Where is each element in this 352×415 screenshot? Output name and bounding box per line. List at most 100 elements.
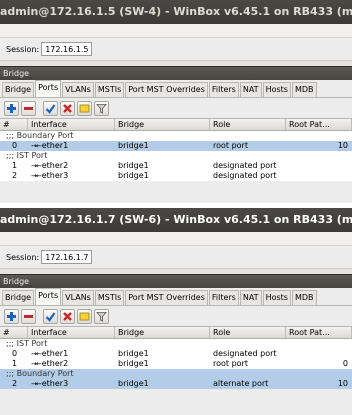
col-role-header[interactable]: Role (210, 119, 286, 130)
enable-button[interactable] (43, 308, 58, 324)
enable-icon (45, 103, 56, 114)
tab-filters[interactable]: Filters (208, 290, 239, 305)
col-interface-cell: →← ether3 (28, 171, 115, 181)
col-role-cell: alternate port (213, 379, 269, 388)
table-row[interactable]: 0 →← ether1 bridge1 designated port (0, 349, 352, 359)
col-bridge-header[interactable]: Bridge (115, 119, 210, 130)
tab-bridge[interactable]: Bridge (2, 290, 35, 305)
filter-button[interactable] (94, 308, 109, 324)
tab-mdb[interactable]: MDB (291, 82, 317, 97)
session-label: Session: (6, 252, 40, 262)
tab-mdb[interactable]: MDB (291, 290, 317, 305)
table-header: # Interface Bridge Role Root Pat... (0, 119, 352, 131)
col-root-path-cost-header[interactable]: Root Pat... (286, 119, 352, 130)
ethernet-port-icon: →← (31, 162, 42, 170)
filter-icon (96, 103, 107, 114)
remove-button[interactable] (21, 308, 36, 324)
filter-button[interactable] (94, 100, 109, 116)
interface-name: ether2 (41, 359, 69, 368)
comment-row[interactable]: ;;; IST Port (0, 339, 352, 349)
col-number-cell: 2 (12, 379, 18, 388)
table-row[interactable]: 0 →← ether1 bridge1 root port 10 (0, 141, 352, 151)
comment-icon (79, 104, 90, 112)
col-interface-cell: →← ether1 (28, 349, 115, 359)
tab-strip: Bridge Ports VLANs MSTIs Port MST Overrides F… (0, 80, 352, 98)
remove-button[interactable] (21, 100, 36, 116)
interface-name: ether1 (41, 349, 69, 358)
window-title[interactable]: admin@172.16.1.7 (SW-6) - WinBox v6.45.1… (0, 208, 352, 232)
comment-row[interactable]: ;;; IST Port (0, 151, 352, 161)
col-bridge-cell: bridge1 (118, 379, 149, 388)
tab-hosts[interactable]: Hosts (262, 82, 291, 97)
col-bridge-header[interactable]: Bridge (115, 327, 210, 338)
col-bridge-cell: bridge1 (118, 359, 149, 368)
col-role-cell: designated port (213, 171, 277, 180)
add-icon (7, 103, 16, 113)
interface-name: ether3 (41, 379, 69, 388)
ports-table: # Interface Bridge Role Root Pat... ;;; Boun… (0, 118, 352, 181)
col-bridge-cell: bridge1 (118, 161, 149, 170)
window-title[interactable]: admin@172.16.1.5 (SW-4) - WinBox v6.45.1… (0, 0, 352, 24)
table-body: ;;; IST Port 0 →← ether1 bridge1 designated p… (0, 339, 352, 389)
col-root-path-cost-cell (286, 349, 352, 359)
tab-ports[interactable]: Ports (35, 80, 62, 97)
winbox-window-sw4: admin@172.16.1.5 (SW-4) - WinBox v6.45.1… (0, 0, 352, 203)
table-header: # Interface Bridge Role Root Pat... (0, 327, 352, 339)
tab-hosts[interactable]: Hosts (262, 290, 291, 305)
col-root-path-cost-cell (286, 171, 352, 181)
col-number-header[interactable]: # (0, 119, 28, 130)
col-role-cell: designated port (213, 161, 277, 170)
tab-mstis[interactable]: MSTIs (94, 290, 125, 305)
disable-button[interactable] (60, 100, 75, 116)
tab-filters[interactable]: Filters (208, 82, 239, 97)
col-root-path-cost-cell: 0 (342, 359, 348, 368)
table-row[interactable]: 2 →← ether3 bridge1 alternate port 10 (0, 379, 352, 389)
col-number-header[interactable]: # (0, 327, 28, 338)
tab-nat[interactable]: NAT (239, 82, 262, 97)
bridge-panel-title: Bridge (0, 66, 352, 80)
tab-vlans[interactable]: VLANs (62, 290, 94, 305)
tab-strip: Bridge Ports VLANs MSTIs Port MST Overrides F… (0, 288, 352, 306)
col-interface-header[interactable]: Interface (28, 327, 115, 338)
enable-button[interactable] (43, 100, 58, 116)
toolbar (0, 98, 352, 118)
disable-button[interactable] (60, 308, 75, 324)
session-bar: Session: 172.16.1.7 (0, 246, 352, 268)
comment-button[interactable] (77, 308, 92, 324)
comment-row[interactable]: ;;; Boundary Port (0, 131, 352, 141)
ethernet-port-icon: →← (31, 360, 42, 368)
session-field[interactable]: 172.16.1.7 (41, 250, 93, 264)
tab-port-mst-overrides[interactable]: Port MST Overrides (125, 290, 208, 305)
toolbar (0, 306, 352, 326)
col-bridge-cell: bridge1 (118, 349, 149, 358)
col-role-header[interactable]: Role (210, 327, 286, 338)
filter-icon (96, 311, 107, 322)
col-interface-header[interactable]: Interface (28, 119, 115, 130)
comment-row[interactable]: ;;; Boundary Port (0, 369, 352, 379)
comment-icon (79, 312, 90, 320)
col-root-path-cost-cell: 10 (337, 379, 348, 388)
col-interface-cell: →← ether1 (28, 141, 115, 151)
table-row[interactable]: 1 →← ether2 bridge1 designated port (0, 161, 352, 171)
table-row[interactable]: 2 →← ether3 bridge1 designated port (0, 171, 352, 181)
add-button[interactable] (4, 308, 19, 324)
col-number-cell: 2 (12, 171, 18, 180)
col-number-cell: 1 (12, 161, 18, 170)
remove-icon (24, 314, 33, 318)
winbox-window-sw6: admin@172.16.1.7 (SW-6) - WinBox v6.45.1… (0, 208, 352, 415)
comment-button[interactable] (77, 100, 92, 116)
tab-port-mst-overrides[interactable]: Port MST Overrides (125, 82, 208, 97)
tab-vlans[interactable]: VLANs (62, 82, 94, 97)
session-field[interactable]: 172.16.1.5 (41, 42, 93, 56)
tab-ports[interactable]: Ports (35, 288, 62, 305)
col-root-path-cost-header[interactable]: Root Pat... (286, 327, 352, 338)
tab-mstis[interactable]: MSTIs (94, 82, 125, 97)
tab-bridge[interactable]: Bridge (2, 82, 35, 97)
col-interface-cell: →← ether3 (28, 379, 115, 389)
table-row[interactable]: 1 →← ether2 bridge1 root port 0 (0, 359, 352, 369)
add-icon (7, 311, 16, 321)
interface-name: ether1 (41, 141, 69, 150)
add-button[interactable] (4, 100, 19, 116)
tab-nat[interactable]: NAT (239, 290, 262, 305)
ports-table: # Interface Bridge Role Root Pat... ;;; IST … (0, 326, 352, 389)
